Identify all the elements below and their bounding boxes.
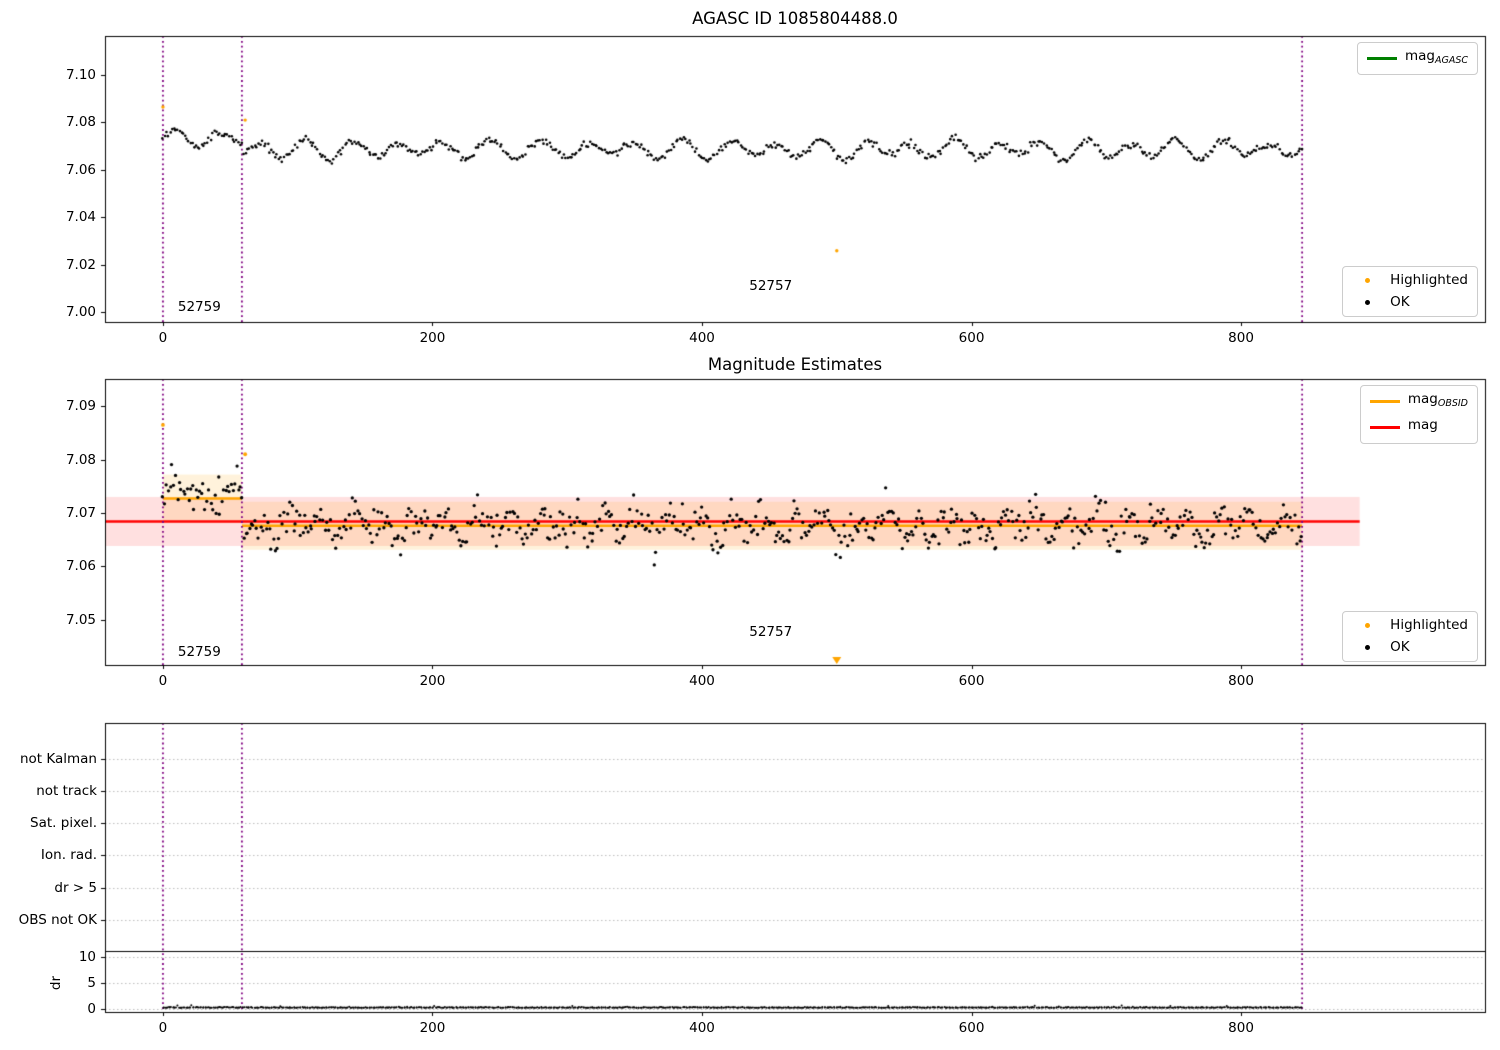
chart1-title: AGASC ID 1085804488.0 xyxy=(692,9,898,28)
chart1-y-tick-label: 7.10 xyxy=(65,66,96,83)
chart1-x-tick-label: 600 xyxy=(958,330,985,346)
chart2-x-tick-label: 400 xyxy=(689,673,715,689)
legend-label: Highlighted xyxy=(1390,617,1468,633)
flag-category-label: not Kalman xyxy=(19,751,97,767)
figure-root: AGASC ID 1085804488.0 Magnitude Estimate… xyxy=(0,0,1500,1050)
chart2-obsid-annotation-52757: 52757 xyxy=(749,624,793,641)
legend-row-mag-agasc: magAGASC xyxy=(1366,48,1468,69)
chart1-y-tick-label: 7.00 xyxy=(65,304,96,321)
chart1-y-tick-label: 7.06 xyxy=(65,161,96,178)
chart1-y-tick-label: 7.08 xyxy=(65,114,96,131)
chart3-x-tick-label: 200 xyxy=(419,1020,446,1036)
flag-category-label: Ion. rad. xyxy=(40,847,97,863)
legend-row-ok: OK xyxy=(1352,294,1468,311)
ok-dot-swatch xyxy=(1352,300,1382,305)
chart2-obsid-annotation-52759: 52759 xyxy=(177,643,221,660)
plot-canvas xyxy=(0,0,1500,1050)
ok-dot-swatch xyxy=(1352,645,1382,650)
chart1-y-tick-label: 7.04 xyxy=(65,209,96,226)
legend-label: Highlighted xyxy=(1390,272,1468,288)
chart1-legend-points: Highlighted OK xyxy=(1342,266,1478,317)
chart3-x-tick-label: 600 xyxy=(958,1020,985,1036)
chart2-legend-points: Highlighted OK xyxy=(1342,611,1478,662)
chart3-x-tick-label: 400 xyxy=(689,1020,715,1036)
chart2-x-tick-label: 800 xyxy=(1228,673,1254,689)
chart2-x-tick-label: 600 xyxy=(958,673,985,689)
mag-line-swatch xyxy=(1369,426,1400,429)
chart2-y-tick-label: 7.07 xyxy=(65,504,96,521)
legend-row-mag-obsid: magOBSID xyxy=(1369,391,1468,412)
chart1-x-tick-label: 800 xyxy=(1228,330,1254,346)
chart2-x-tick-label: 200 xyxy=(419,673,446,689)
dr-axis-label: dr xyxy=(48,975,64,991)
legend-label: OK xyxy=(1390,639,1410,655)
chart1-legend-mag-agasc: magAGASC xyxy=(1356,42,1478,75)
legend-label: magAGASC xyxy=(1404,48,1468,66)
legend-row-ok: OK xyxy=(1352,639,1468,656)
legend-label: mag xyxy=(1407,417,1438,433)
mag-obsid-line-swatch xyxy=(1369,400,1400,403)
dr-tick-label: 0 xyxy=(87,1001,96,1017)
legend-label: OK xyxy=(1390,294,1410,310)
chart1-x-tick-label: 200 xyxy=(419,330,446,346)
chart2-title: Magnitude Estimates xyxy=(707,355,883,374)
highlighted-dot-swatch xyxy=(1352,278,1382,283)
chart3-x-tick-label: 800 xyxy=(1228,1020,1254,1036)
chart2-y-tick-label: 7.08 xyxy=(65,451,96,468)
chart2-y-tick-label: 7.09 xyxy=(65,398,96,415)
legend-row-highlighted: Highlighted xyxy=(1352,272,1468,289)
flag-category-label: dr > 5 xyxy=(54,880,97,896)
chart1-x-tick-label: 0 xyxy=(158,330,168,346)
dr-tick-label: 10 xyxy=(78,949,96,965)
dr-tick-label: 5 xyxy=(87,975,96,991)
chart1-obsid-annotation-52759: 52759 xyxy=(177,298,221,315)
highlighted-dot-swatch xyxy=(1352,623,1382,628)
chart1-y-tick-label: 7.02 xyxy=(65,256,96,273)
chart2-y-tick-label: 7.06 xyxy=(65,558,96,575)
flag-category-label: not track xyxy=(36,783,97,799)
chart1-obsid-annotation-52757: 52757 xyxy=(749,278,793,295)
chart2-legend-lines: magOBSID mag xyxy=(1359,385,1478,444)
legend-row-highlighted: Highlighted xyxy=(1352,617,1468,634)
legend-row-mag: mag xyxy=(1369,417,1468,438)
legend-label: magOBSID xyxy=(1407,391,1468,409)
chart1-x-tick-label: 400 xyxy=(689,330,715,346)
chart2-x-tick-label: 0 xyxy=(158,673,168,689)
chart2-y-tick-label: 7.05 xyxy=(65,611,96,628)
flag-category-label: OBS not OK xyxy=(18,912,97,928)
flag-category-label: Sat. pixel. xyxy=(30,815,97,831)
mag-agasc-line-swatch xyxy=(1366,57,1397,60)
chart3-x-tick-label: 0 xyxy=(158,1020,168,1036)
